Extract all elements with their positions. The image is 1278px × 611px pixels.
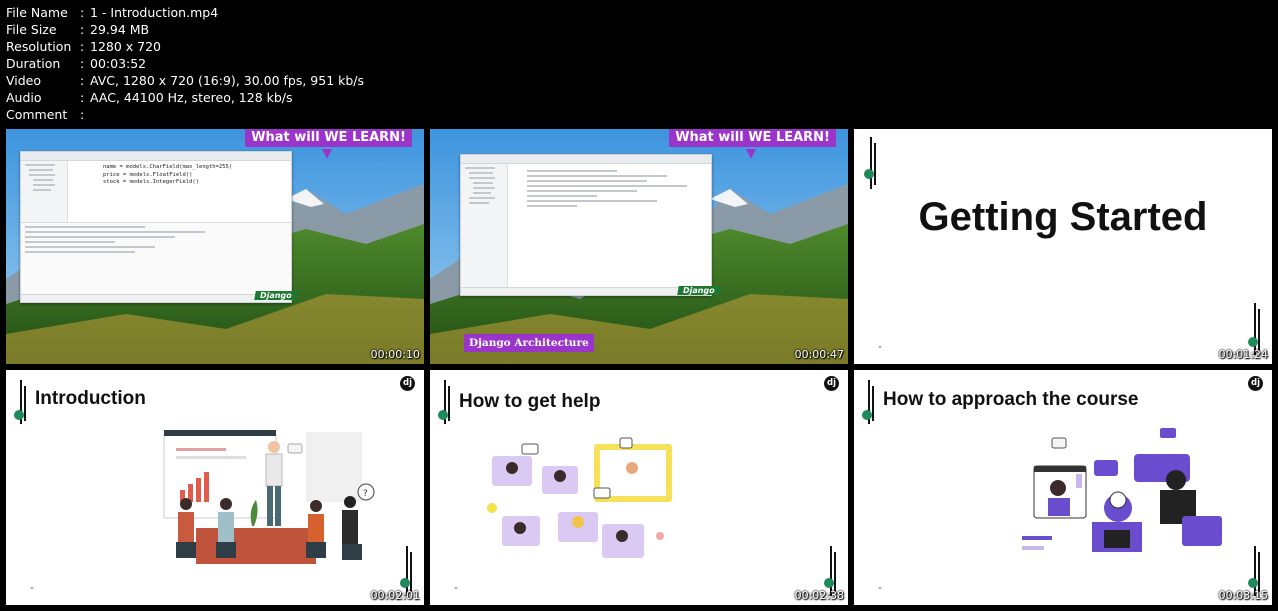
info-key: Comment (6, 107, 68, 122)
windows-taskbar (21, 294, 291, 302)
presentation-illustration: ? (163, 430, 375, 564)
slide-title: How to get help (459, 391, 601, 412)
info-value: 29.94 MB (90, 22, 150, 37)
file-info-row: File Size:29.94 MB (6, 21, 364, 38)
file-info-row: Video: AVC, 1280 x 720 (16:9), 30.00 fps,… (6, 72, 364, 89)
cursor-icon: ⌖ (878, 584, 882, 592)
thumbnail-5[interactable]: How to get help dj ⌖ 00:02:38 (430, 370, 848, 605)
cursor-icon: ⌖ (878, 343, 882, 351)
terminal-panel (21, 222, 291, 294)
django-tag: Django (677, 286, 721, 295)
django-logo-icon: dj (400, 376, 415, 391)
thumbnail-2[interactable]: What will WE LEARN! Django Django Archit… (430, 129, 848, 364)
decorative-lines-icon (438, 380, 452, 424)
learn-banner: What will WE LEARN! (245, 129, 412, 147)
info-separator: : (80, 90, 85, 105)
info-key: Resolution (6, 39, 72, 54)
info-key: Audio (6, 90, 42, 105)
banner-pointer (322, 149, 332, 159)
info-value: AAC, 44100 Hz, stereo, 128 kb/s (90, 90, 293, 105)
thumbnail-1[interactable]: What will WE LEARN! name = models.CharFi… (6, 129, 424, 364)
info-separator: : (80, 5, 85, 20)
file-info: File Name:1 - Introduction.mp4 File Size… (6, 4, 364, 123)
timestamp: 00:03:15 (1218, 589, 1268, 602)
windows-taskbar (461, 287, 711, 295)
ide-screenshot: name = models.CharField(max_length=255) … (20, 151, 292, 303)
svg-text:?: ? (363, 489, 368, 499)
django-logo-icon: dj (1248, 376, 1263, 391)
info-value: 00:03:52 (90, 56, 147, 71)
info-separator: : (80, 107, 85, 122)
file-info-row: Resolution:1280 x 720 (6, 38, 364, 55)
info-separator: : (80, 22, 85, 37)
info-key: Duration (6, 56, 61, 71)
django-logo-icon: dj (824, 376, 839, 391)
info-separator: : (80, 73, 85, 88)
info-value: 1280 x 720 (90, 39, 162, 54)
thumbnail-4[interactable]: Introduction dj ? ⌖ 00:02:01 (6, 370, 424, 605)
ide-screenshot (460, 154, 712, 296)
file-info-row: File Name:1 - Introduction.mp4 (6, 4, 364, 21)
decorative-lines-icon (14, 380, 28, 424)
slide-title: Getting Started (918, 195, 1208, 239)
thumbnail-3[interactable]: Getting Started ⌖ 00:01:24 (854, 129, 1272, 364)
info-value: 1 - Introduction.mp4 (90, 5, 219, 20)
info-value: AVC, 1280 x 720 (16:9), 30.00 fps, 951 k… (90, 73, 365, 88)
decorative-lines-icon (864, 137, 878, 189)
ide-tab-bar (461, 155, 711, 164)
file-info-row: Duration:00:03:52 (6, 55, 364, 72)
architecture-caption: Django Architecture (464, 334, 594, 352)
info-key: File Size (6, 22, 57, 37)
slide-title: How to approach the course (883, 389, 1139, 410)
timestamp: 00:00:10 (370, 348, 420, 361)
file-info-row: Audio: AAC, 44100 Hz, stereo, 128 kb/s (6, 89, 364, 106)
info-separator: : (80, 56, 85, 71)
learn-banner: What will WE LEARN! (669, 129, 836, 147)
cursor-icon: ⌖ (454, 584, 458, 592)
info-key: File Name (6, 5, 68, 20)
info-key: Video (6, 73, 42, 88)
online-help-illustration (487, 437, 672, 558)
code-line: stock = models.IntegerField() (103, 179, 200, 185)
banner-pointer (746, 149, 756, 159)
code-editor: name = models.CharField(max_length=255) … (103, 164, 232, 187)
ide-tab-bar (21, 152, 291, 161)
timestamp: 00:00:47 (794, 348, 844, 361)
code-line: name = models.CharField(max_length=255) (103, 164, 233, 170)
timestamp: 00:01:24 (1218, 348, 1268, 361)
timestamp: 00:02:01 (370, 589, 420, 602)
settings-code (527, 167, 697, 210)
code-line: price = models.FloatField() (103, 171, 193, 178)
info-separator: : (80, 39, 85, 54)
timestamp: 00:02:38 (794, 589, 844, 602)
cursor-icon: ⌖ (30, 584, 34, 592)
django-tag: Django (254, 291, 298, 300)
ide-project-tree (461, 164, 508, 287)
online-learning-illustration (1022, 428, 1222, 552)
slide-title: Introduction (35, 388, 146, 409)
decorative-lines-icon (862, 380, 876, 424)
thumbnail-6[interactable]: How to approach the course dj ⌖ 00:03:15 (854, 370, 1272, 605)
file-info-row: Comment: (6, 106, 364, 123)
